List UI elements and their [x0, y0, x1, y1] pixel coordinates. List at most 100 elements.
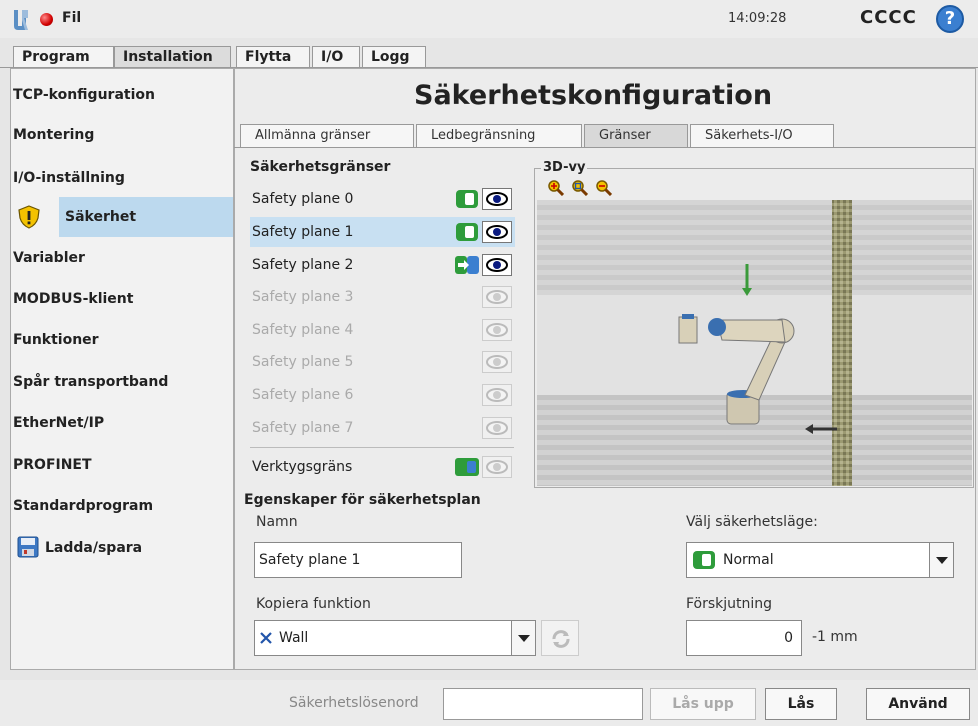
chevron-down-icon[interactable] — [511, 621, 535, 655]
copy-feature-dropdown[interactable]: Wall — [254, 620, 536, 656]
sidebar-item-ethernetip[interactable]: EtherNet/IP — [11, 403, 233, 443]
visibility-toggle[interactable] — [482, 384, 512, 406]
list-item[interactable]: Safety plane 7 — [250, 413, 515, 443]
ur-logo-icon — [14, 10, 28, 30]
clock: 14:09:28 — [728, 11, 787, 26]
name-field[interactable]: Safety plane 1 — [254, 542, 462, 578]
eye-icon — [486, 192, 508, 206]
list-item[interactable]: Safety plane 6 — [250, 380, 515, 410]
eye-icon — [486, 258, 508, 272]
password-label: Säkerhetslösenord — [289, 695, 419, 711]
sidebar-item-mounting[interactable]: Montering — [11, 115, 233, 155]
copy-feature-label: Kopiera funktion — [256, 596, 371, 612]
tab-log[interactable]: Logg — [362, 46, 426, 68]
3d-scene[interactable] — [537, 200, 972, 486]
unlock-button[interactable]: Lås upp — [650, 688, 756, 720]
offset-field[interactable]: 0 — [686, 620, 802, 656]
eye-icon — [486, 388, 508, 402]
tab-boundaries[interactable]: Gränser — [584, 124, 688, 148]
list-item[interactable]: Safety plane 2 — [250, 250, 515, 280]
tool-limit-label: Verktygsgräns — [252, 459, 353, 475]
zoom-out-icon[interactable] — [596, 180, 612, 196]
eye-icon — [486, 460, 508, 474]
normal-mode-icon — [456, 190, 478, 208]
list-item[interactable]: Safety plane 1 — [250, 217, 515, 247]
top-bar — [0, 0, 978, 38]
name-label: Namn — [256, 514, 298, 530]
safety-mode-dropdown[interactable]: Normal — [686, 542, 954, 578]
chevron-down-icon[interactable] — [929, 543, 953, 577]
visibility-toggle[interactable] — [482, 319, 512, 341]
sidebar-item-conveyor[interactable]: Spår transportband — [11, 362, 233, 402]
plane-label: Safety plane 6 — [252, 387, 354, 403]
eye-icon — [486, 323, 508, 337]
lock-button[interactable]: Lås — [765, 688, 837, 720]
plane-label: Safety plane 0 — [252, 191, 354, 207]
tab-safety-io[interactable]: Säkerhets-I/O — [690, 124, 834, 148]
tab-program[interactable]: Program — [13, 46, 114, 68]
sidebar-item-tcp[interactable]: TCP-konfiguration — [11, 75, 233, 115]
page-title: Säkerhetskonfiguration — [414, 80, 773, 111]
list-item[interactable]: Safety plane 0 — [250, 184, 515, 214]
normal-mode-icon — [456, 223, 478, 241]
refresh-icon — [552, 630, 570, 648]
shield-warning-icon — [18, 205, 40, 229]
plane-label: Safety plane 7 — [252, 420, 354, 436]
zoom-fit-icon[interactable] — [572, 180, 588, 196]
robot-name: CCCC — [860, 7, 917, 28]
3d-view-title: 3D-vy — [541, 160, 588, 175]
apply-button[interactable]: Använd — [866, 688, 970, 720]
wall-plane — [832, 200, 852, 486]
eye-icon — [486, 355, 508, 369]
zoom-in-icon[interactable] — [548, 180, 564, 196]
list-item[interactable]: Verktygsgräns — [250, 452, 515, 482]
trigger-reduced-mode-icon — [455, 256, 479, 274]
plane-properties-title: Egenskaper för säkerhetsplan — [244, 492, 481, 508]
visibility-toggle[interactable] — [482, 286, 512, 308]
list-item[interactable]: Safety plane 3 — [250, 282, 515, 312]
tab-general-limits[interactable]: Allmänna gränser — [240, 124, 414, 148]
eye-icon — [486, 225, 508, 239]
refresh-button[interactable] — [541, 620, 579, 656]
tab-move[interactable]: Flytta — [236, 46, 310, 68]
sidebar-item-safety[interactable]: Säkerhet — [59, 197, 233, 237]
plane-label: Safety plane 2 — [252, 257, 354, 273]
list-divider — [250, 447, 514, 448]
visibility-toggle[interactable] — [482, 221, 512, 243]
safety-mode-value: Normal — [723, 552, 774, 568]
installation-sidebar: TCP-konfiguration Montering I/O-inställn… — [10, 68, 234, 670]
tool-mode-icon — [455, 458, 479, 476]
robot-status-icon[interactable] — [40, 13, 53, 26]
list-item[interactable]: Safety plane 5 — [250, 347, 515, 377]
offset-label: Förskjutning — [686, 596, 773, 612]
list-item[interactable]: Safety plane 4 — [250, 315, 515, 345]
visibility-toggle[interactable] — [482, 351, 512, 373]
safety-mode-label: Välj säkerhetsläge: — [686, 514, 818, 530]
tab-io[interactable]: I/O — [312, 46, 360, 68]
safety-limits-title: Säkerhetsgränser — [250, 159, 391, 175]
help-icon[interactable]: ? — [936, 5, 964, 33]
tab-joint-limits[interactable]: Ledbegränsning — [416, 124, 582, 148]
eye-icon — [486, 290, 508, 304]
visibility-toggle[interactable] — [482, 188, 512, 210]
plane-label: Safety plane 3 — [252, 289, 354, 305]
plane-label: Safety plane 5 — [252, 354, 354, 370]
eye-icon — [486, 421, 508, 435]
sidebar-item-modbus[interactable]: MODBUS-klient — [11, 279, 233, 319]
visibility-toggle[interactable] — [482, 254, 512, 276]
sidebar-item-features[interactable]: Funktioner — [11, 320, 233, 360]
tab-installation[interactable]: Installation — [114, 46, 231, 68]
sidebar-item-profinet[interactable]: PROFINET — [11, 445, 233, 485]
sidebar-item-load-save[interactable]: Ladda/spara — [11, 528, 233, 568]
password-field[interactable] — [443, 688, 643, 720]
visibility-toggle[interactable] — [482, 456, 512, 478]
sidebar-item-io-setup[interactable]: I/O-inställning — [11, 158, 233, 198]
plane-label: Safety plane 4 — [252, 322, 354, 338]
normal-mode-icon — [693, 551, 715, 569]
sidebar-item-default-program[interactable]: Standardprogram — [11, 486, 233, 526]
sidebar-item-variables[interactable]: Variabler — [11, 238, 233, 278]
axis-cross-icon — [260, 632, 272, 644]
offset-unit: -1 mm — [812, 629, 858, 645]
visibility-toggle[interactable] — [482, 417, 512, 439]
file-menu[interactable]: Fil — [62, 10, 81, 26]
